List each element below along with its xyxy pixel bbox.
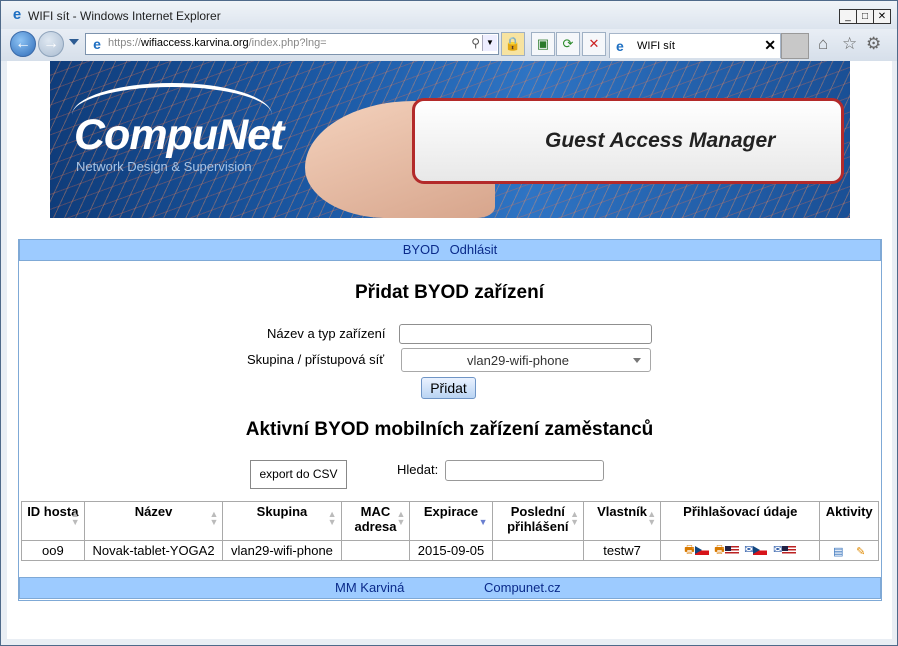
us-flag-icon: [724, 545, 739, 555]
cell-last-login: [491, 540, 585, 561]
lock-icon[interactable]: 🔒: [501, 32, 525, 56]
group-select[interactable]: vlan29-wifi-phone: [401, 348, 651, 372]
compatibility-icon[interactable]: ▣: [531, 32, 555, 56]
cz-flag-icon: [753, 545, 768, 555]
us-flag-icon: [782, 545, 797, 555]
address-bar[interactable]: e https://wifiaccess.karvina.org/index.p…: [85, 33, 499, 55]
cell-owner: testw7: [583, 540, 662, 561]
col-id[interactable]: ID hosta ▲ ▼: [21, 501, 85, 541]
search-input[interactable]: [445, 460, 604, 481]
address-dropdown-icon[interactable]: ▼: [482, 35, 497, 51]
sort-icon[interactable]: ▲ ▼: [328, 510, 337, 527]
add-button[interactable]: Přidat: [421, 377, 476, 399]
home-icon[interactable]: ⌂: [818, 34, 828, 54]
export-csv-button[interactable]: export do CSV: [250, 460, 347, 489]
header-banner: CompuNet Network Design & Supervision Gu…: [50, 61, 850, 218]
cell-expiry: 2015-09-05: [409, 540, 493, 561]
tab-close-icon[interactable]: ✕: [764, 37, 776, 54]
history-dropdown-icon[interactable]: [69, 39, 79, 45]
logo-tagline: Network Design & Supervision: [76, 159, 252, 174]
tab-wifi[interactable]: e WIFI sít ✕: [609, 33, 781, 58]
gear-icon[interactable]: ⚙: [866, 34, 881, 54]
close-window-button[interactable]: ✕: [873, 9, 891, 24]
cell-credentials: 🖶 🖶 ✉ ✉: [660, 540, 821, 561]
footer-left-link[interactable]: MM Karviná: [335, 578, 404, 598]
forward-button[interactable]: →: [38, 31, 64, 57]
log-book-icon[interactable]: ▤: [833, 545, 843, 558]
ie-logo-icon: e: [12, 6, 22, 23]
sort-icon[interactable]: ▲ ▼: [570, 510, 579, 527]
minimize-button[interactable]: _: [839, 9, 857, 24]
devices-table: ID hosta ▲ ▼ Název ▲ ▼ Skupina ▲ ▼ MAC adresa ▲…: [21, 501, 879, 561]
sort-desc-icon[interactable]: ▼: [479, 518, 488, 527]
cell-activities: ▤ ✎: [819, 540, 879, 561]
favorites-star-icon[interactable]: ☆: [842, 34, 857, 54]
search-label: Hledat:: [397, 462, 439, 477]
active-devices-heading: Aktivní BYOD mobilních zařízení zaměstan…: [245, 419, 654, 440]
address-url[interactable]: https://wifiaccess.karvina.org/index.php…: [108, 37, 327, 49]
table-row: oo9 Novak-tablet-YOGA2 vlan29-wifi-phone…: [21, 540, 879, 561]
sort-icon[interactable]: ▲ ▼: [209, 510, 218, 527]
col-credentials: Přihlašovací údaje: [660, 501, 821, 541]
group-label: Skupina / přístupová síť: [247, 352, 385, 367]
sort-icon[interactable]: ▲ ▼: [647, 510, 656, 527]
add-device-heading: Přidat BYOD zařízení: [355, 282, 544, 303]
footer-bar: MM Karviná Compunet.cz: [19, 577, 881, 599]
col-last-login[interactable]: Poslední přihlášení ▲ ▼: [491, 501, 585, 541]
menu-item-byod[interactable]: BYOD: [403, 242, 440, 257]
compunet-logo: CompuNet: [74, 111, 284, 159]
search-icon[interactable]: ⚲: [471, 36, 480, 50]
col-group[interactable]: Skupina ▲ ▼: [222, 501, 342, 541]
sort-icon[interactable]: ▲ ▼: [396, 510, 405, 527]
cz-flag-icon: [694, 545, 709, 555]
col-activities: Aktivity: [819, 501, 879, 541]
device-name-input[interactable]: [399, 324, 652, 344]
ie-page-icon: e: [93, 36, 101, 52]
device-name-label: Název a typ zařízení: [267, 326, 386, 341]
group-select-value: vlan29-wifi-phone: [467, 353, 569, 368]
product-panel: Guest Access Manager: [412, 98, 844, 184]
page-viewport: CompuNet Network Design & Supervision Gu…: [7, 61, 892, 639]
refresh-icon[interactable]: ⟳: [556, 32, 580, 56]
col-expiry[interactable]: Expirace ▼: [409, 501, 493, 541]
maximize-button[interactable]: □: [856, 9, 874, 24]
window-title: WIFI sít - Windows Internet Explorer: [28, 9, 221, 23]
cell-id: oo9: [21, 540, 85, 561]
select-arrow-icon: [633, 358, 641, 363]
back-button[interactable]: ←: [10, 31, 36, 57]
email-en-icon[interactable]: ✉: [773, 543, 797, 556]
cell-mac: [340, 540, 411, 561]
tab-title: WIFI sít: [637, 40, 675, 52]
navigation-bar: ← → e https://wifiaccess.karvina.org/ind…: [1, 29, 897, 61]
print-cz-icon[interactable]: 🖶: [684, 541, 709, 560]
ie-tab-icon: e: [616, 38, 624, 54]
print-en-icon[interactable]: 🖶: [714, 541, 739, 560]
sort-icon[interactable]: ▲ ▼: [71, 510, 80, 527]
product-name: Guest Access Manager: [545, 129, 776, 152]
cell-name: Novak-tablet-YOGA2: [83, 540, 224, 561]
browser-window: e WIFI sít - Windows Internet Explorer _…: [0, 0, 898, 646]
cell-group: vlan29-wifi-phone: [222, 540, 342, 561]
email-cz-icon[interactable]: ✉: [744, 543, 768, 556]
col-mac[interactable]: MAC adresa ▲ ▼: [340, 501, 411, 541]
top-menu: BYOD Odhlásit: [19, 239, 881, 261]
new-tab-button[interactable]: [781, 33, 809, 59]
col-owner[interactable]: Vlastník ▲ ▼: [583, 501, 662, 541]
stop-icon[interactable]: ✕: [582, 32, 606, 56]
footer-right-link[interactable]: Compunet.cz: [484, 578, 561, 598]
col-name[interactable]: Název ▲ ▼: [83, 501, 224, 541]
title-bar: e WIFI sít - Windows Internet Explorer _…: [1, 1, 897, 29]
menu-item-logout[interactable]: Odhlásit: [450, 242, 498, 257]
edit-pencil-icon[interactable]: ✎: [856, 545, 865, 558]
